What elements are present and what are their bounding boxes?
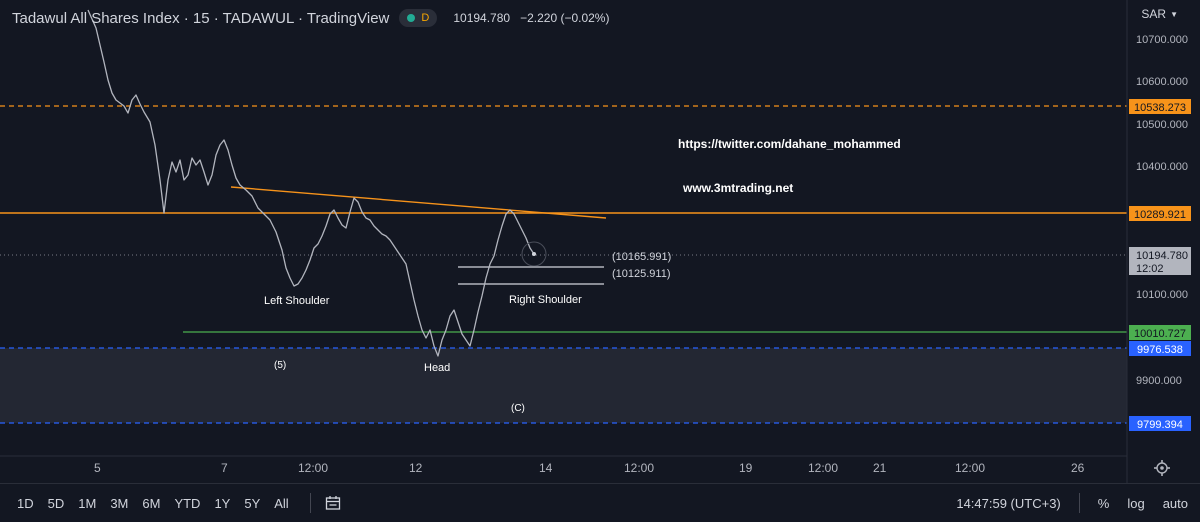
- price-tick: 10500.000: [1136, 119, 1188, 131]
- time-tick: 5: [94, 461, 101, 475]
- level-label-9799: 9799.394: [1137, 419, 1183, 431]
- bottom-toolbar: 1D 5D 1M 3M 6M YTD 1Y 5Y All 14:47:59 (U…: [0, 483, 1200, 522]
- chart-canvas[interactable]: https://twitter.com/dahane_mohammed www.…: [0, 0, 1200, 522]
- price-tick: 10700.000: [1136, 34, 1188, 46]
- header-price: 10194.780: [453, 11, 511, 25]
- chart-title: Tadawul All Shares Index · 15 · TADAWUL …: [12, 9, 390, 27]
- range-button-1d[interactable]: 1D: [10, 496, 41, 511]
- time-tick: 21: [873, 461, 887, 475]
- time-axis[interactable]: 5 7 12:00 12 14 12:00 19 12:00 21 12:00 …: [0, 455, 1127, 475]
- time-tick: 12:00: [808, 461, 838, 475]
- annotation-left-shoulder: Left Shoulder: [264, 295, 330, 307]
- range-button-3m[interactable]: 3M: [103, 496, 135, 511]
- header-change: −2.220 (−0.02%): [520, 11, 610, 25]
- level-label-9976: 9976.538: [1137, 344, 1183, 356]
- currency-label: SAR: [1141, 7, 1167, 21]
- time-tick: 7: [221, 461, 228, 475]
- annotation-site-link: www.3mtrading.net: [682, 181, 793, 195]
- time-tick: 26: [1071, 461, 1085, 475]
- annotation-wave-5: (5): [274, 360, 286, 371]
- currency-selector[interactable]: SAR ▼: [1141, 7, 1178, 21]
- range-button-1y[interactable]: 1Y: [207, 496, 237, 511]
- chevron-down-icon: ▼: [1170, 9, 1178, 19]
- range-button-all[interactable]: All: [267, 496, 295, 511]
- time-tick: 12:00: [955, 461, 985, 475]
- chart-header: Tadawul All Shares Index · 15 · TADAWUL …: [12, 8, 609, 28]
- time-tick: 19: [739, 461, 753, 475]
- annotation-wave-c: (C): [511, 403, 525, 414]
- last-price-label: 10194.780: [1136, 250, 1188, 262]
- time-tick: 12:00: [298, 461, 328, 475]
- annotation-level-a: (10165.991): [612, 251, 671, 263]
- range-button-5y[interactable]: 5Y: [237, 496, 267, 511]
- bottom-right-controls: 14:47:59 (UTC+3) % log auto: [956, 484, 1188, 522]
- level-label-10010: 10010.727: [1134, 328, 1186, 340]
- time-tick: 14: [539, 461, 553, 475]
- range-button-ytd[interactable]: YTD: [167, 496, 207, 511]
- last-price-dot: [532, 252, 536, 256]
- price-tick: 10100.000: [1136, 289, 1188, 301]
- auto-scale-toggle[interactable]: auto: [1163, 496, 1188, 511]
- annotation-head: Head: [424, 362, 450, 374]
- support-zone: [0, 348, 1127, 423]
- price-tick: 10400.000: [1136, 161, 1188, 173]
- time-tick: 12: [409, 461, 423, 475]
- clock-timezone[interactable]: 14:47:59 (UTC+3): [956, 496, 1060, 511]
- range-button-5d[interactable]: 5D: [41, 496, 72, 511]
- price-tick: 9900.000: [1136, 375, 1182, 387]
- market-status-badge[interactable]: D: [399, 9, 438, 27]
- price-tick: 10600.000: [1136, 76, 1188, 88]
- countdown-label: 12:02: [1136, 263, 1164, 275]
- range-button-1m[interactable]: 1M: [71, 496, 103, 511]
- market-open-dot-icon: [407, 14, 416, 22]
- settings-gear-icon[interactable]: [1154, 460, 1170, 476]
- level-label-10538: 10538.273: [1134, 102, 1186, 114]
- annotation-level-b: (10125.911): [612, 268, 671, 280]
- price-axis[interactable]: 10700.000 10600.000 10500.000 10400.000 …: [1126, 0, 1191, 484]
- annotation-twitter-link: https://twitter.com/dahane_mohammed: [678, 137, 901, 151]
- time-tick: 12:00: [624, 461, 654, 475]
- date-range-calendar-icon[interactable]: [325, 495, 341, 511]
- level-label-10289: 10289.921: [1134, 209, 1186, 221]
- log-scale-toggle[interactable]: log: [1127, 496, 1144, 511]
- percent-scale-toggle[interactable]: %: [1098, 496, 1110, 511]
- annotation-right-shoulder: Right Shoulder: [509, 294, 582, 306]
- toolbar-divider: [309, 493, 311, 513]
- toolbar-divider: [1078, 493, 1080, 513]
- badge-label: D: [421, 12, 430, 24]
- range-button-6m[interactable]: 6M: [135, 496, 167, 511]
